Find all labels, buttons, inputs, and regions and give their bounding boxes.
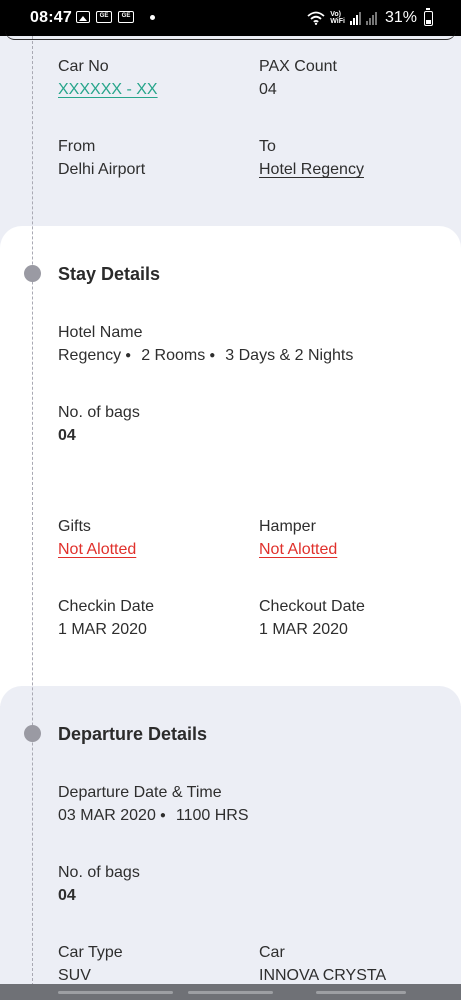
stay-duration: 3 Days & 2 Nights: [225, 347, 354, 364]
stay-bags-label: No. of bags: [58, 404, 140, 421]
nav-home-handle[interactable]: [188, 991, 273, 994]
car-no-label: Car No: [58, 58, 109, 75]
timeline-line: [32, 36, 33, 986]
status-time: 08:47: [30, 9, 72, 26]
timeline-dot-departure: [24, 725, 41, 742]
hotel-name: Regency: [58, 347, 122, 364]
stay-details-title: Stay Details: [58, 264, 161, 284]
checkin-date: 1 MAR 2020: [58, 621, 147, 638]
bullet-separator: ●: [209, 350, 216, 361]
signal-icon: [365, 11, 377, 25]
departure-bags-value: 04: [58, 887, 76, 904]
battery-percentage: 31%: [384, 9, 417, 26]
system-icons: Vo) WiFi 31%: [307, 7, 433, 27]
image-icon: [76, 11, 90, 23]
wifi-icon: [307, 11, 325, 25]
checkin-label: Checkin Date: [58, 598, 155, 615]
room-count: 2 Rooms: [141, 347, 206, 364]
departure-details-title: Departure Details: [58, 724, 208, 744]
bullet-separator: ●: [159, 810, 166, 821]
more-notifications-icon: [150, 14, 155, 20]
hotel-name-label: Hotel Name: [58, 324, 143, 341]
departure-time: 1100 HRS: [175, 807, 249, 824]
car-type-value: SUV: [58, 967, 91, 984]
timeline-dot-stay: [24, 265, 41, 282]
gifts-label: Gifts: [58, 518, 91, 535]
to-hotel-link[interactable]: Hotel Regency: [259, 161, 364, 179]
departure-bags-label: No. of bags: [58, 864, 140, 881]
car-label: Car: [259, 944, 285, 961]
from-label: From: [58, 138, 96, 155]
volte-wifi-icon: Vo) WiFi: [330, 11, 345, 25]
pax-count-value: 04: [259, 81, 277, 98]
nav-back-handle[interactable]: [58, 991, 173, 994]
system-nav-bar: [0, 984, 461, 1000]
stay-bags-value: 04: [58, 427, 76, 444]
hamper-status-link[interactable]: Not Alotted: [259, 541, 337, 559]
to-label: To: [259, 138, 276, 155]
notification-icons: GE GE: [76, 11, 155, 23]
bullet-separator: ●: [125, 350, 132, 361]
checkout-date: 1 MAR 2020: [259, 621, 348, 638]
nav-recents-handle[interactable]: [316, 991, 406, 994]
departure-details-card: Departure Details Departure Date & Time …: [0, 686, 461, 1000]
notification-icon: GE: [118, 11, 134, 23]
battery-icon: [424, 7, 433, 26]
car-no-link[interactable]: XXXXXX - XX: [58, 81, 158, 99]
departure-datetime: 03 MAR 2020 ● 1100 HRS: [58, 807, 249, 825]
signal-icon: [349, 11, 361, 25]
stay-details-card: Stay Details Hotel Name Regency ● 2 Rooms ●…: [0, 226, 461, 706]
car-value: INNOVA CRYSTA: [259, 967, 387, 984]
transfer-details-section: Car No XXXXXX - XX PAX Count 04 From Del…: [0, 36, 461, 236]
checkout-label: Checkout Date: [259, 598, 365, 615]
from-value: Delhi Airport: [58, 161, 146, 178]
departure-date: 03 MAR 2020: [58, 807, 156, 824]
notification-icon: GE: [96, 11, 112, 23]
card-top-edge: [0, 36, 461, 46]
departure-datetime-label: Departure Date & Time: [58, 784, 222, 801]
car-type-label: Car Type: [58, 944, 123, 961]
pax-count-label: PAX Count: [259, 58, 337, 75]
hotel-summary: Regency ● 2 Rooms ● 3 Days & 2 Nights: [58, 347, 353, 365]
hamper-label: Hamper: [259, 518, 316, 535]
gifts-status-link[interactable]: Not Alotted: [58, 541, 136, 559]
